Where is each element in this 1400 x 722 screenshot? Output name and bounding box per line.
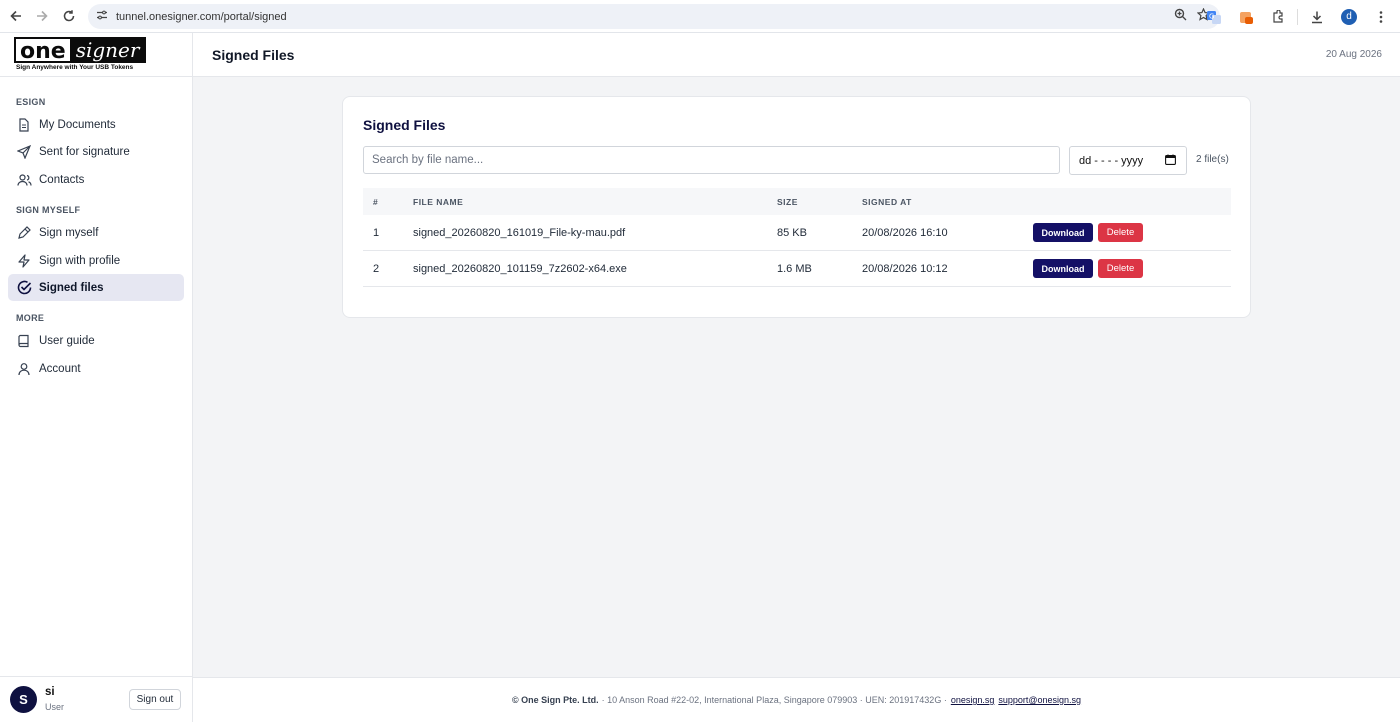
- send-icon: [16, 144, 32, 160]
- address-bar[interactable]: tunnel.onesigner.com/portal/signed: [88, 4, 1220, 29]
- sidebar-item-my-documents[interactable]: My Documents: [8, 111, 184, 138]
- check-circle-icon: [16, 280, 32, 296]
- avatar[interactable]: S: [10, 686, 37, 713]
- profile-avatar[interactable]: d: [1336, 4, 1362, 30]
- sidebar-item-sent-for-signature[interactable]: Sent for signature: [8, 138, 184, 165]
- pen-icon: [16, 225, 32, 241]
- date-placeholder: dd - - - - yyyy: [1079, 154, 1144, 167]
- document-icon: [16, 117, 32, 133]
- sidebar-item-label: My Documents: [39, 118, 116, 131]
- column-header-size[interactable]: SIZE: [777, 197, 798, 207]
- forward-icon[interactable]: [29, 3, 55, 29]
- signed-files-card: Signed Files dd - - - - yyyy 2 file(s) #…: [342, 96, 1251, 318]
- calendar-icon[interactable]: [1165, 154, 1176, 168]
- delete-button[interactable]: Delete: [1098, 223, 1143, 242]
- sidebar-item-label: Signed files: [39, 281, 104, 294]
- section-label-more: MORE: [16, 313, 45, 323]
- sidebar-item-sign-with-profile[interactable]: Sign with profile: [8, 247, 184, 274]
- footer-website-link[interactable]: onesign.sg: [951, 695, 995, 705]
- sidebar-item-user-guide[interactable]: User guide: [8, 327, 184, 354]
- sidebar-item-account[interactable]: Account: [8, 355, 184, 382]
- table-row: 1 signed_20260820_161019_File-ky-mau.pdf…: [363, 215, 1231, 251]
- page-header: Signed Files 20 Aug 2026: [193, 33, 1400, 77]
- site-settings-icon[interactable]: [96, 8, 108, 26]
- reload-icon[interactable]: [56, 3, 82, 29]
- section-label-sign-myself: SIGN MYSELF: [16, 205, 81, 215]
- sidebar-item-signed-files[interactable]: Signed files: [8, 274, 184, 301]
- search-input[interactable]: [363, 146, 1060, 174]
- extensions-icon[interactable]: [1265, 4, 1291, 30]
- page-title: Signed Files: [212, 47, 295, 63]
- translate-icon[interactable]: G: [1201, 4, 1227, 30]
- contacts-icon: [16, 172, 32, 188]
- column-header-signed-at[interactable]: SIGNED AT: [862, 197, 912, 207]
- svg-text:G: G: [1209, 12, 1214, 20]
- footer-support-link[interactable]: support@onesign.sg: [998, 695, 1081, 705]
- footer-address: · 10 Anson Road #22-02, International Pl…: [601, 695, 947, 705]
- file-name: signed_20260820_161019_File-ky-mau.pdf: [413, 227, 626, 239]
- sidebar-item-label: Sign myself: [39, 226, 99, 239]
- extension-badge-icon[interactable]: [1233, 4, 1259, 30]
- sidebar-item-label: Account: [39, 362, 81, 375]
- column-header-number: #: [373, 197, 379, 207]
- download-icon[interactable]: [1304, 4, 1330, 30]
- sidebar-item-contacts[interactable]: Contacts: [8, 166, 184, 193]
- card-title: Signed Files: [363, 117, 446, 133]
- onesigner-logo[interactable]: one signer Sign Anywhere with Your USB T…: [14, 37, 146, 73]
- sidebar-item-label: Sent for signature: [39, 145, 130, 158]
- sidebar: one signer Sign Anywhere with Your USB T…: [0, 33, 193, 722]
- zoom-icon[interactable]: [1174, 8, 1187, 26]
- file-count: 2 file(s): [1196, 154, 1229, 165]
- delete-button[interactable]: Delete: [1098, 259, 1143, 278]
- sidebar-item-label: Contacts: [39, 173, 85, 186]
- logo-area: one signer Sign Anywhere with Your USB T…: [0, 33, 192, 77]
- current-date: 20 Aug 2026: [1325, 49, 1382, 60]
- back-icon[interactable]: [3, 3, 29, 29]
- book-icon: [16, 333, 32, 349]
- signed-at: 20/08/2026 16:10: [862, 227, 948, 239]
- footer-company: © One Sign Pte. Ltd.: [511, 695, 599, 705]
- footer: © One Sign Pte. Ltd. · 10 Anson Road #22…: [193, 677, 1400, 722]
- section-label-esign: ESIGN: [16, 97, 46, 107]
- sidebar-item-label: Sign with profile: [39, 254, 121, 267]
- file-size: 1.6 MB: [777, 263, 812, 275]
- main-content: Signed Files 20 Aug 2026 Signed Files dd…: [193, 33, 1400, 722]
- sign-out-button[interactable]: Sign out: [129, 689, 181, 710]
- column-header-file-name[interactable]: FILE NAME: [413, 197, 463, 207]
- date-filter-input[interactable]: dd - - - - yyyy: [1069, 146, 1187, 175]
- table-row: 2 signed_20260820_101159_7z2602-x64.exe …: [363, 251, 1231, 287]
- sidebar-item-label: User guide: [39, 334, 95, 347]
- row-number: 1: [373, 227, 380, 239]
- lightning-icon: [16, 253, 32, 269]
- user-panel: S si User Sign out: [0, 676, 193, 722]
- download-button[interactable]: Download: [1033, 223, 1093, 242]
- file-name: signed_20260820_101159_7z2602-x64.exe: [413, 263, 627, 275]
- table-header: # FILE NAME SIZE SIGNED AT: [363, 188, 1231, 215]
- sidebar-item-sign-myself[interactable]: Sign myself: [8, 219, 184, 246]
- browser-toolbar: tunnel.onesigner.com/portal/signed G d: [0, 0, 1400, 33]
- download-button[interactable]: Download: [1033, 259, 1093, 278]
- signed-at: 20/08/2026 10:12: [862, 263, 948, 275]
- url-text[interactable]: tunnel.onesigner.com/portal/signed: [116, 11, 287, 23]
- user-name: si: [45, 686, 55, 698]
- user-icon: [16, 361, 32, 377]
- row-number: 2: [373, 263, 380, 275]
- file-size: 85 KB: [777, 227, 807, 239]
- user-role: User: [45, 702, 65, 712]
- more-menu-icon[interactable]: [1368, 4, 1394, 30]
